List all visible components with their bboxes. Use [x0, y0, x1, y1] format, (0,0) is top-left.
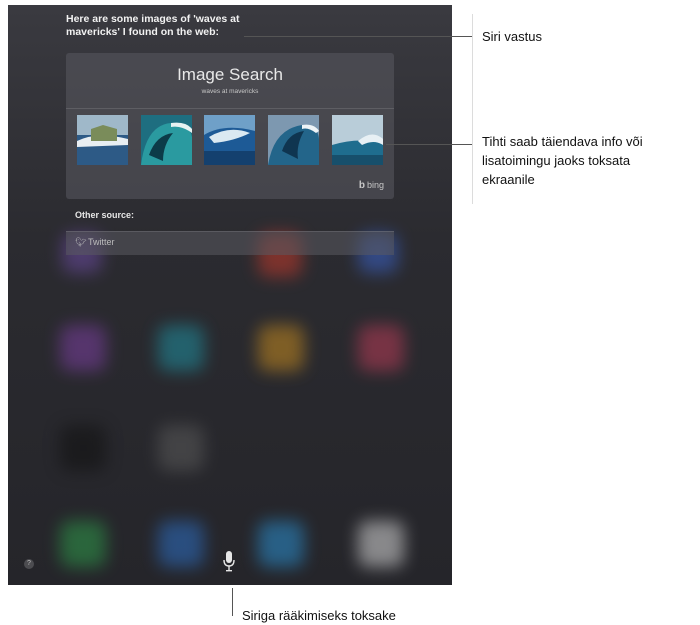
bing-label: bing — [366, 180, 384, 190]
blurred-dock-icon — [158, 521, 204, 567]
image-thumbnail[interactable] — [77, 115, 128, 165]
callout-line — [244, 36, 472, 37]
twitter-label: Twitter — [88, 237, 115, 247]
bing-icon: b — [358, 180, 365, 191]
callout-mic: Siriga rääkimiseks toksake — [242, 608, 396, 623]
bing-attribution: b bing — [359, 180, 384, 191]
image-thumbnail[interactable] — [204, 115, 255, 165]
blurred-app-icon — [60, 325, 106, 371]
divider — [66, 231, 394, 232]
help-button[interactable]: ? — [24, 559, 34, 569]
blurred-app-icon — [258, 325, 304, 371]
twitter-source-row[interactable]: 🐦︎ Twitter — [66, 231, 394, 255]
twitter-icon: 🐦︎ — [75, 237, 87, 247]
callout-tap-info-line: ekraanile — [482, 172, 535, 187]
blurred-dock-icon — [358, 521, 404, 567]
image-thumbnail[interactable] — [141, 115, 192, 165]
siri-response-line: Here are some images of 'waves at — [66, 13, 240, 25]
callout-line — [232, 588, 233, 616]
microphone-icon — [223, 551, 235, 572]
blurred-dock-icon — [60, 521, 106, 567]
blurred-app-icon — [158, 325, 204, 371]
callout-tap-info-line: Tihti saab täiendava info või — [482, 134, 643, 149]
image-thumbnail[interactable] — [332, 115, 383, 165]
blurred-app-icon — [158, 425, 204, 471]
callout-line — [472, 14, 473, 204]
blurred-app-icon — [60, 425, 106, 471]
callout-tap-info: Tihti saab täiendava info või lisatoimin… — [482, 132, 698, 189]
divider — [66, 108, 394, 109]
blurred-dock-icon — [258, 521, 304, 567]
callout-line — [386, 144, 472, 145]
image-search-card[interactable]: Image Search waves at mavericks b bing — [66, 53, 394, 199]
card-query: waves at mavericks — [201, 88, 259, 95]
microphone-button[interactable] — [222, 549, 236, 573]
card-title: Image Search — [177, 65, 283, 84]
callout-siri-response: Siri vastus — [482, 29, 542, 44]
image-thumbnail[interactable] — [268, 115, 319, 165]
other-source-heading: Other source: — [75, 210, 135, 220]
callout-tap-info-line: lisatoimingu jaoks toksata — [482, 153, 631, 168]
ipad-screen: Here are some images of 'waves at maveri… — [8, 5, 452, 585]
siri-response-line: mavericks' I found on the web: — [66, 26, 220, 38]
blurred-app-icon — [358, 325, 404, 371]
